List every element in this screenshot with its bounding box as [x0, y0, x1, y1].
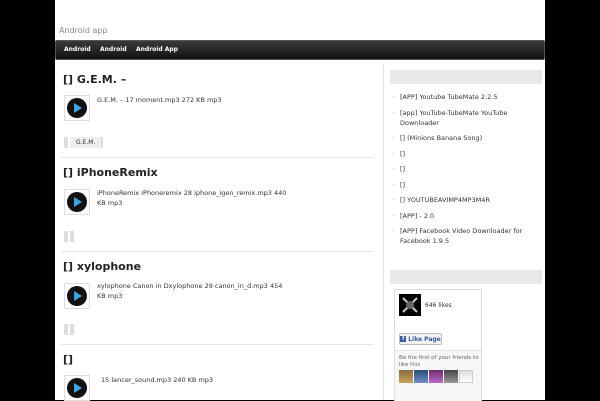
tag-marker	[64, 231, 68, 242]
fb-faces	[399, 370, 473, 383]
avatar[interactable]	[414, 370, 428, 383]
post-divider	[61, 344, 373, 345]
recent-post-link[interactable]: [app] YouTube-TubeMate YouTube Downloade…	[400, 109, 507, 127]
bullet-icon: ·	[392, 180, 395, 189]
like-page-button[interactable]: f Like Page	[399, 333, 442, 345]
fb-like-count: 646 likes	[425, 302, 452, 309]
play-button[interactable]	[67, 98, 87, 118]
recent-posts-list: · [APP] Youtube TubeMate 2.2.5 · [app] You…	[390, 92, 540, 252]
bullet-icon: ·	[392, 227, 395, 235]
audio-player[interactable]	[64, 189, 90, 215]
list-item[interactable]: · [APP] - 2.0	[390, 211, 540, 221]
avatar[interactable]	[429, 370, 443, 383]
tag-marker	[70, 231, 74, 242]
bullet-icon: ·	[392, 108, 395, 117]
post-meta: iPhoneRemix iPhoneremix 28 iphone_igen_r…	[97, 189, 287, 207]
play-button[interactable]	[67, 286, 87, 306]
facebook-page-widget: 646 likes f Like Page Be the first of yo…	[394, 289, 482, 401]
list-item[interactable]: · [APP] Facebook Video Downloader for Fac…	[390, 226, 540, 246]
site-title[interactable]: Android app	[59, 26, 108, 35]
recent-post-link[interactable]: [] YOUTUBEAVIMP4MP3M4R	[400, 196, 490, 204]
post-title[interactable]: []	[63, 353, 73, 366]
page: Android app Android Android Android App …	[55, 0, 546, 401]
bullet-icon: ·	[392, 134, 395, 142]
list-item[interactable]: · [app] YouTube-TubeMate YouTube Download…	[390, 108, 540, 128]
list-item[interactable]: · [APP] Youtube TubeMate 2.2.5	[390, 92, 540, 102]
fb-friends-text: Be the first of your friends to like thi…	[399, 355, 479, 368]
tag-marker	[64, 137, 68, 148]
play-icon	[74, 291, 82, 301]
main-nav: Android Android Android App	[55, 40, 545, 60]
recent-post-link[interactable]: []	[400, 181, 405, 189]
tag-link[interactable]: G.E.M.	[70, 137, 102, 148]
post-tags	[64, 324, 76, 335]
bullet-icon: ·	[392, 196, 395, 204]
post-title[interactable]: [] G.E.M. –	[63, 73, 126, 86]
post-meta: xylophone Canon in Dxylophone 29 canon_i…	[97, 282, 283, 300]
play-icon	[74, 383, 82, 393]
post-meta: G.E.M. – 17 moment.mp3 272 KB mp3	[97, 96, 222, 104]
bullet-icon: ·	[392, 165, 395, 173]
recent-post-link[interactable]: [APP] Facebook Video Downloader for Face…	[400, 227, 522, 245]
audio-player[interactable]	[64, 283, 90, 309]
audio-player[interactable]	[64, 95, 90, 121]
recent-post-link[interactable]: []	[400, 150, 405, 158]
tag-marker	[101, 137, 104, 148]
bullet-icon: ·	[392, 211, 395, 220]
nav-item-android-2[interactable]: Android	[100, 46, 127, 53]
nav-item-android-1[interactable]: Android	[64, 46, 91, 53]
audio-player[interactable]	[64, 375, 90, 401]
sidebar: · [APP] Youtube TubeMate 2.2.5 · [app] You…	[383, 64, 546, 401]
post-tags: G.E.M.	[64, 137, 104, 148]
play-button[interactable]	[67, 378, 87, 398]
list-item[interactable]: · [] (Minions Banana Song)	[390, 133, 540, 143]
avatar[interactable]	[459, 370, 473, 383]
content-area: [] G.E.M. – G.E.M. – 17 moment.mp3 272 K…	[55, 64, 546, 401]
bullet-icon: ·	[392, 93, 395, 101]
play-button[interactable]	[67, 192, 87, 212]
list-item[interactable]: · []	[390, 164, 540, 174]
post-title[interactable]: [] iPhoneRemix	[63, 166, 158, 179]
recent-post-link[interactable]: [APP] Youtube TubeMate 2.2.5	[400, 93, 497, 101]
avatar[interactable]	[399, 370, 413, 383]
play-icon	[74, 197, 82, 207]
fb-friends: Be the first of your friends to like thi…	[395, 350, 481, 401]
post-title[interactable]: [] xylophone	[63, 260, 141, 273]
page-logo[interactable]	[399, 294, 421, 316]
facebook-icon: f	[400, 336, 407, 342]
bullet-icon: ·	[392, 149, 395, 158]
widget-header	[390, 270, 542, 284]
recent-post-link[interactable]: []	[400, 165, 405, 173]
avatar[interactable]	[444, 370, 458, 383]
widget-header	[390, 70, 542, 84]
x-logo-icon	[399, 294, 421, 316]
tag-marker	[70, 324, 74, 335]
recent-post-link[interactable]: [] (Minions Banana Song)	[400, 134, 482, 142]
list-item[interactable]: · [] YOUTUBEAVIMP4MP3M4R	[390, 195, 540, 205]
post-tags	[64, 231, 76, 242]
fb-header: 646 likes f Like Page	[395, 290, 481, 350]
list-item[interactable]: · []	[390, 149, 540, 159]
nav-item-android-app[interactable]: Android App	[136, 46, 178, 53]
recent-post-link[interactable]: [APP] - 2.0	[400, 212, 434, 220]
tag-marker	[64, 324, 68, 335]
post-divider	[61, 157, 373, 158]
list-item[interactable]: · []	[390, 180, 540, 190]
like-page-label: Like Page	[408, 335, 441, 343]
post-meta: 15 lancer_sound.mp3 240 KB mp3	[101, 376, 214, 384]
play-icon	[74, 103, 82, 113]
post-divider	[61, 251, 373, 252]
